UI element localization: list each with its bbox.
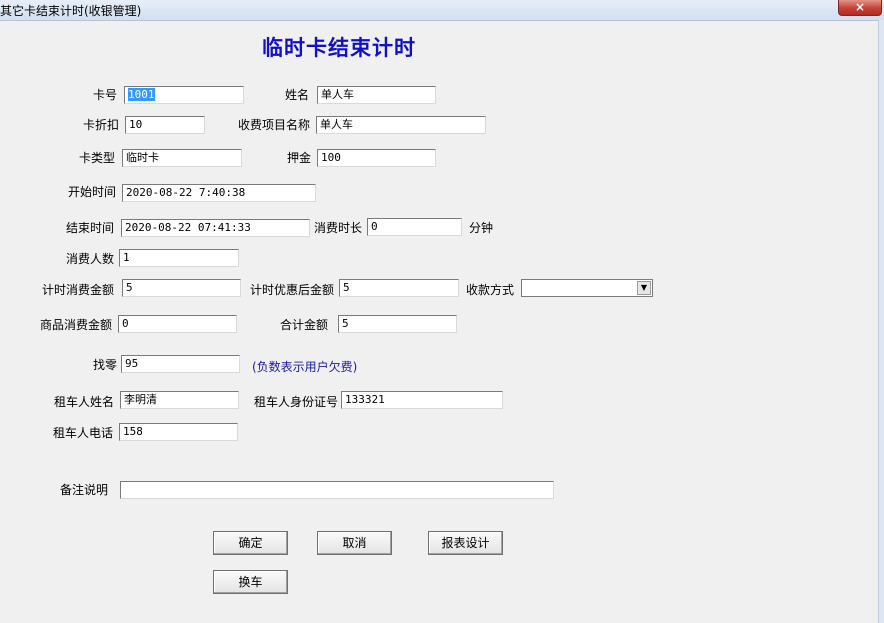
renter-id-label: 租车人身份证号 bbox=[254, 395, 339, 409]
report-design-button[interactable]: 报表设计 bbox=[428, 531, 503, 555]
timed-amount-input[interactable]: 5 bbox=[122, 279, 241, 297]
goods-amount-label: 商品消费金额 bbox=[40, 318, 113, 332]
ok-button[interactable]: 确定 bbox=[213, 531, 288, 555]
renter-name-label: 租车人姓名 bbox=[54, 395, 115, 409]
cancel-button[interactable]: 取消 bbox=[317, 531, 392, 555]
card-type-input[interactable]: 临时卡 bbox=[122, 149, 242, 167]
page-title: 临时卡结束计时 bbox=[262, 36, 416, 60]
timed-amount-label: 计时消费金额 bbox=[42, 283, 115, 297]
renter-phone-input[interactable]: 158 bbox=[119, 423, 238, 441]
duration-label: 消费时长 bbox=[314, 221, 363, 235]
payment-method-value bbox=[522, 280, 632, 296]
name-input[interactable]: 单人车 bbox=[317, 86, 436, 104]
start-time-input[interactable]: 2020-08-22 7:40:38 bbox=[122, 184, 316, 202]
duration-input[interactable]: 0 bbox=[367, 218, 462, 236]
change-car-button[interactable]: 换车 bbox=[213, 570, 288, 594]
renter-id-input[interactable]: 133321 bbox=[341, 391, 503, 409]
window-border bbox=[878, 20, 884, 623]
after-discount-input[interactable]: 5 bbox=[339, 279, 459, 297]
payment-method-label: 收款方式 bbox=[466, 283, 515, 297]
close-icon[interactable]: × bbox=[838, 0, 882, 16]
card-no-value: 1001 bbox=[128, 88, 155, 101]
discount-input[interactable]: 10 bbox=[125, 116, 205, 134]
card-type-label: 卡类型 bbox=[79, 151, 116, 165]
total-input[interactable]: 5 bbox=[338, 315, 457, 333]
change-note: (负数表示用户欠费) bbox=[252, 360, 358, 374]
remark-input[interactable] bbox=[120, 481, 554, 499]
change-label: 找零 bbox=[93, 358, 118, 372]
renter-phone-label: 租车人电话 bbox=[53, 426, 114, 440]
card-no-label: 卡号 bbox=[93, 88, 118, 102]
title-bar: 其它卡结束计时(收银管理) × bbox=[0, 0, 884, 21]
discount-label: 卡折扣 bbox=[83, 118, 120, 132]
people-input[interactable]: 1 bbox=[119, 249, 239, 267]
charge-item-input[interactable]: 单人车 bbox=[316, 116, 486, 134]
charge-item-label: 收费项目名称 bbox=[238, 118, 311, 132]
renter-name-input[interactable]: 李明清 bbox=[120, 391, 239, 409]
total-label: 合计金额 bbox=[280, 318, 329, 332]
chevron-down-icon[interactable]: ▼ bbox=[637, 281, 651, 295]
name-label: 姓名 bbox=[285, 88, 310, 102]
after-discount-label: 计时优惠后金额 bbox=[250, 283, 335, 297]
people-label: 消费人数 bbox=[66, 252, 115, 266]
change-input[interactable]: 95 bbox=[121, 355, 240, 373]
end-time-input[interactable]: 2020-08-22 07:41:33 bbox=[121, 219, 310, 237]
end-time-label: 结束时间 bbox=[66, 221, 115, 235]
deposit-label: 押金 bbox=[287, 151, 312, 165]
payment-method-select[interactable]: ▼ bbox=[521, 279, 653, 297]
start-time-label: 开始时间 bbox=[68, 185, 117, 199]
duration-unit: 分钟 bbox=[469, 221, 494, 235]
window-title: 其它卡结束计时(收银管理) bbox=[0, 4, 142, 18]
card-no-input[interactable]: 1001 bbox=[124, 86, 244, 104]
remark-label: 备注说明 bbox=[60, 483, 109, 497]
app-window: 其它卡结束计时(收银管理) × 临时卡结束计时 卡号 1001 姓名 单人车 卡… bbox=[0, 0, 884, 623]
goods-amount-input[interactable]: 0 bbox=[118, 315, 237, 333]
deposit-input[interactable]: 100 bbox=[317, 149, 436, 167]
